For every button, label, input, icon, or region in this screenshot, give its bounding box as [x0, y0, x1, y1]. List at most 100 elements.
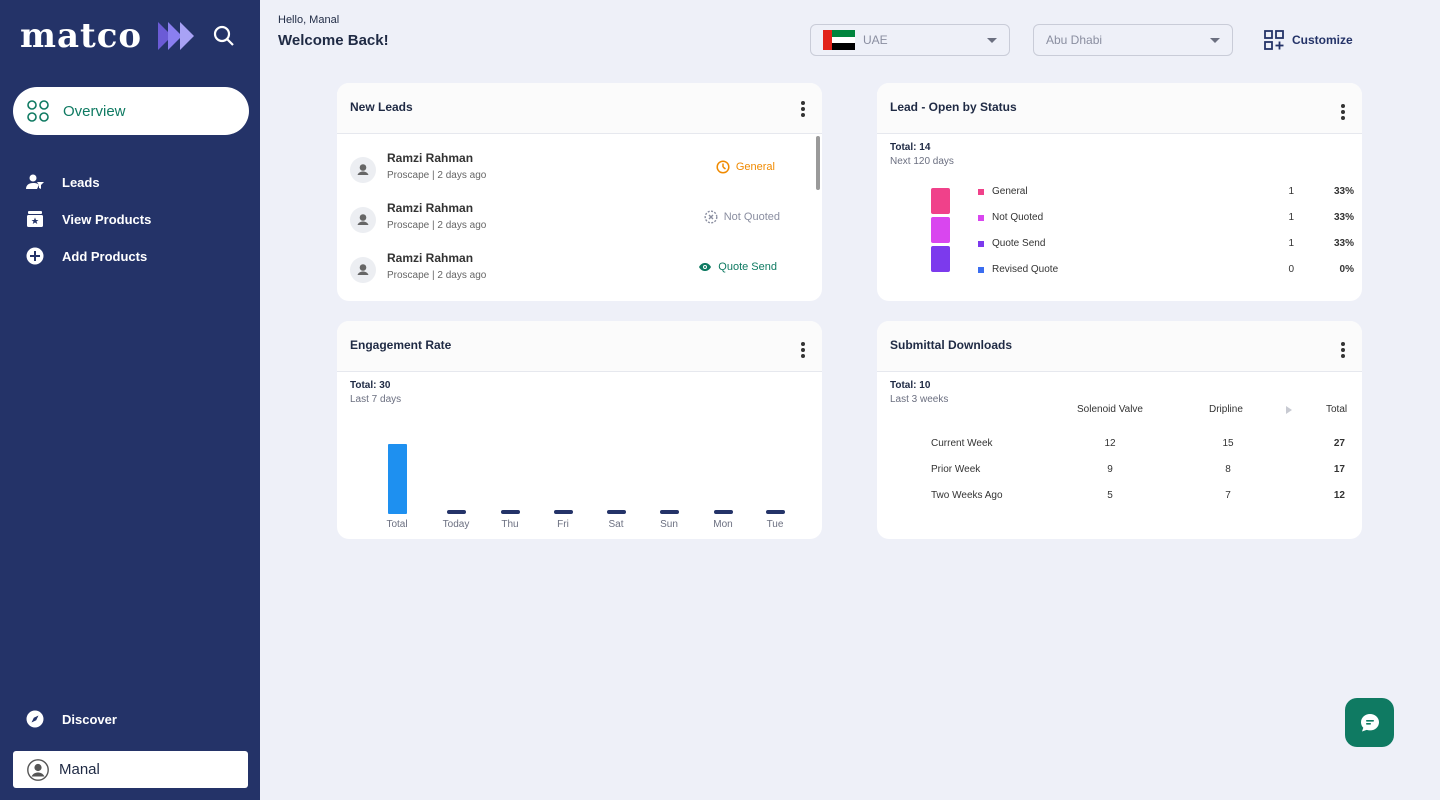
list-item[interactable]: Ramzi Rahman Proscape | 2 days ago Gener…	[349, 151, 804, 191]
scroll-right-icon[interactable]	[1286, 406, 1292, 414]
new-leads-card: New Leads Ramzi Rahman Proscape | 2 days…	[337, 83, 822, 301]
legend-swatch	[978, 215, 984, 221]
legend-label: Revised Quote	[992, 264, 1059, 275]
avatar	[350, 257, 376, 283]
lead-meta: Proscape | 2 days ago	[387, 220, 487, 231]
x-tick-label: Sun	[660, 519, 678, 530]
more-options-icon[interactable]	[1340, 103, 1346, 121]
nav-overview-label: Overview	[63, 102, 126, 120]
nav-overview[interactable]: Overview	[13, 87, 249, 135]
user-avatar-icon	[27, 758, 49, 781]
person-icon	[357, 214, 369, 225]
legend-percent: 0%	[1339, 264, 1354, 275]
list-item[interactable]: Ramzi Rahman Proscape | 2 days ago Quote…	[349, 251, 804, 291]
chat-button[interactable]	[1345, 698, 1394, 747]
more-options-icon[interactable]	[1340, 341, 1346, 359]
customize-label: Customize	[1292, 33, 1353, 47]
compass-icon	[26, 710, 44, 728]
brand-arrows-icon	[158, 22, 194, 50]
uae-flag-icon	[823, 30, 855, 50]
card-header: New Leads	[337, 83, 822, 134]
store-icon	[27, 211, 43, 227]
list-item[interactable]: Ramzi Rahman Proscape | 2 days ago Not Q…	[349, 201, 804, 241]
nav-view-products-label: View Products	[62, 211, 152, 227]
legend-row: Quote Send 1 33%	[978, 238, 1356, 252]
search-icon[interactable]	[212, 24, 236, 48]
column-header: Dripline	[1209, 404, 1243, 415]
status-badge: Quote Send	[698, 260, 777, 274]
x-tick-label: Total	[386, 519, 408, 530]
legend-swatch	[978, 267, 984, 273]
x-tick-label: Tue	[766, 519, 784, 530]
x-tick-label: Fri	[557, 519, 569, 530]
column-header: Solenoid Valve	[1077, 404, 1143, 415]
customize-button[interactable]: Customize	[1264, 30, 1353, 50]
status-bar-general	[931, 188, 950, 214]
customize-grid-icon	[1264, 30, 1284, 50]
brand-logo[interactable]: matco	[20, 16, 142, 56]
card-header: Submittal Downloads	[877, 321, 1362, 372]
city-select-value: Abu Dhabi	[1046, 33, 1103, 47]
table-cell: 7	[1225, 490, 1231, 501]
nav-add-products[interactable]: Add Products	[26, 247, 147, 265]
page-title: Welcome Back!	[278, 32, 389, 49]
country-select[interactable]: UAE	[810, 24, 1010, 56]
status-badge: Not Quoted	[704, 210, 780, 224]
table-cell: 27	[1333, 438, 1345, 449]
status-badge: General	[716, 160, 775, 174]
lead-name: Ramzi Rahman	[387, 151, 474, 165]
chart-bar-sun	[659, 510, 679, 514]
column-header: Total	[1326, 404, 1348, 415]
row-label: Prior Week	[931, 464, 981, 475]
city-select[interactable]: Abu Dhabi	[1033, 24, 1233, 56]
legend-row: Not Quoted 1 33%	[978, 212, 1356, 226]
chart-bar-sat	[606, 510, 626, 514]
status-bar-not-quoted	[931, 217, 950, 243]
country-select-value: UAE	[863, 33, 888, 47]
legend-percent: 33%	[1333, 238, 1354, 249]
more-options-icon[interactable]	[800, 341, 806, 359]
nav-leads[interactable]: Leads	[26, 173, 100, 191]
legend-count: 1	[1288, 238, 1294, 249]
status-label: General	[735, 161, 775, 173]
general-status-icon	[716, 160, 730, 174]
total-label: Total: 10	[890, 380, 931, 391]
chart-bar-fri	[553, 510, 573, 514]
card-header: Lead - Open by Status	[877, 83, 1362, 134]
more-options-icon[interactable]	[800, 100, 806, 118]
user-name: Manal	[59, 761, 100, 778]
leads-scrollbar[interactable]	[816, 136, 820, 190]
legend-count: 1	[1288, 212, 1294, 223]
period-label: Last 7 days	[350, 394, 402, 405]
card-header: Engagement Rate	[337, 321, 822, 372]
legend-count: 0	[1288, 264, 1294, 275]
chart-bar-mon	[713, 510, 733, 514]
table-cell: 12	[1333, 490, 1345, 501]
table-cell: 17	[1333, 464, 1345, 475]
card-title: Submittal Downloads	[890, 338, 1013, 352]
legend-swatch	[978, 189, 984, 195]
legend-row: General 1 33%	[978, 186, 1356, 200]
legend-count: 1	[1288, 186, 1294, 197]
legend-swatch	[978, 241, 984, 247]
lead-name: Ramzi Rahman	[387, 201, 474, 215]
user-profile-button[interactable]: Manal	[13, 751, 248, 788]
status-label: Quote Send	[718, 261, 777, 273]
chevron-down-icon	[987, 38, 997, 43]
legend-label: General	[992, 186, 1028, 197]
sidebar: matco Overview Leads View Products Add P…	[0, 0, 260, 800]
nav-view-products[interactable]: View Products	[26, 210, 151, 228]
engagement-card: Engagement Rate Total: 30 Last 7 days To…	[337, 321, 822, 539]
chart-bar-thu	[500, 510, 520, 514]
table-cell: 9	[1107, 464, 1113, 475]
row-label: Current Week	[931, 438, 993, 449]
submittal-card: Submittal Downloads Total: 10 Last 3 wee…	[877, 321, 1362, 539]
not-quoted-status-icon	[704, 210, 718, 224]
person-icon	[357, 264, 369, 275]
eye-icon	[699, 263, 712, 271]
nav-discover[interactable]: Discover	[26, 710, 117, 728]
nav-leads-label: Leads	[62, 174, 100, 190]
row-label: Two Weeks Ago	[931, 490, 1003, 501]
chevron-down-icon	[1210, 38, 1220, 43]
leads-icon	[26, 174, 44, 189]
